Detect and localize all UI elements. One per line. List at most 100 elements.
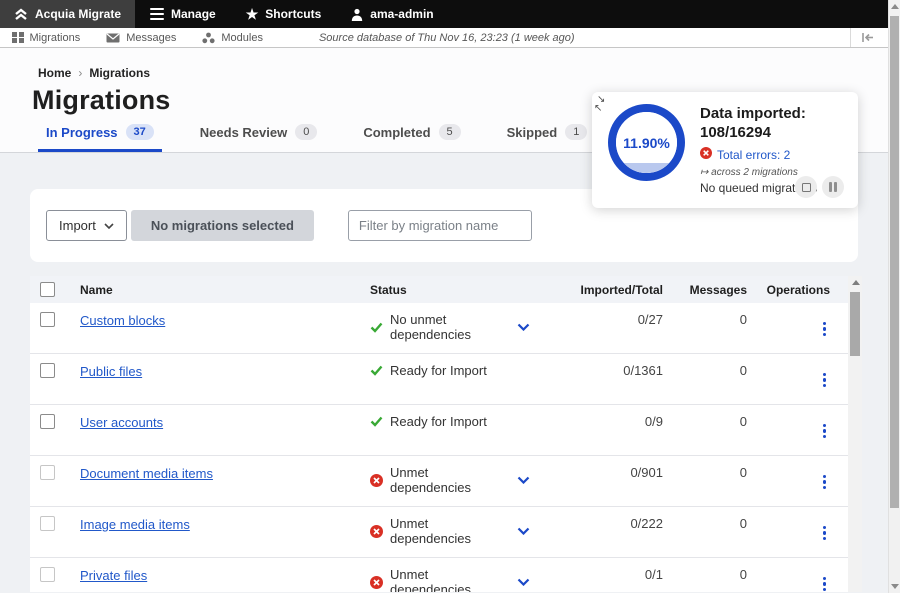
row-checkbox xyxy=(40,567,55,582)
hamburger-icon xyxy=(150,8,164,21)
operations-kebab-menu[interactable] xyxy=(819,371,831,390)
migration-link[interactable]: Image media items xyxy=(80,517,190,532)
error-icon xyxy=(370,576,383,589)
tab-count-badge: 5 xyxy=(439,124,461,140)
imported-total-value: 0/1361 xyxy=(570,363,663,378)
migration-link[interactable]: Custom blocks xyxy=(80,313,165,328)
tab-skipped[interactable]: Skipped 1 xyxy=(499,124,596,152)
manage-label: Manage xyxy=(171,7,216,21)
operations-kebab-menu[interactable] xyxy=(819,320,831,339)
toolbar-item-modules[interactable]: Modules xyxy=(202,32,263,44)
row-checkbox[interactable] xyxy=(40,363,55,378)
row-checkbox[interactable] xyxy=(40,312,55,327)
migration-link[interactable]: Document media items xyxy=(80,466,213,481)
data-imported-label: Data imported: xyxy=(700,104,817,123)
import-dropdown-button[interactable]: Import xyxy=(46,210,127,241)
scroll-up-icon[interactable] xyxy=(852,280,860,285)
tab-label: Completed xyxy=(363,125,430,140)
chevron-down-icon xyxy=(104,223,114,229)
no-migrations-selected-button: No migrations selected xyxy=(131,210,314,241)
header-messages: Messages xyxy=(663,283,747,297)
operations-kebab-menu[interactable] xyxy=(819,473,831,492)
table-row: Custom blocks No unmet dependencies 0/27… xyxy=(30,303,862,354)
toolbar-item-migrations[interactable]: Migrations xyxy=(12,32,80,44)
topbar-item-user[interactable]: ama-admin xyxy=(336,0,448,28)
topbar-item-shortcuts[interactable]: ★ Shortcuts xyxy=(231,0,337,28)
page-scroll-up-icon[interactable] xyxy=(891,4,899,9)
progress-card-buttons xyxy=(795,176,844,198)
operations-kebab-menu[interactable] xyxy=(819,422,831,441)
tab-count-badge: 1 xyxy=(565,124,587,140)
expand-status-chevron[interactable] xyxy=(517,323,530,331)
expand-status-chevron[interactable] xyxy=(517,578,530,586)
check-icon xyxy=(370,322,383,333)
progress-ring-fill xyxy=(616,163,677,173)
migrations-tool-label: Migrations xyxy=(30,32,81,44)
source-database-note: Source database of Thu Nov 16, 23:23 (1 … xyxy=(319,32,575,44)
username-label: ama-admin xyxy=(370,7,433,21)
breadcrumb-separator: › xyxy=(78,66,82,80)
operations-kebab-menu[interactable] xyxy=(819,575,831,593)
row-checkbox xyxy=(40,465,55,480)
acquia-migrate-brand[interactable]: Acquia Migrate xyxy=(0,0,135,28)
page-scrollbar[interactable] xyxy=(888,0,900,593)
tab-count-badge: 37 xyxy=(126,124,154,140)
migration-link[interactable]: User accounts xyxy=(80,415,163,430)
pause-import-button[interactable] xyxy=(822,176,844,198)
row-checkbox xyxy=(40,516,55,531)
migration-link[interactable]: Public files xyxy=(80,364,142,379)
import-progress-card: ↘ ↖ 11.90% Data imported: 108/16294 Tota… xyxy=(592,92,858,208)
table-row: Public files Ready for Import 0/1361 0 xyxy=(30,354,862,405)
progress-ring: 11.90% xyxy=(608,104,685,181)
status-text: No unmet dependencies xyxy=(390,312,510,342)
table-row: Private files Unmet dependencies 0/1 0 xyxy=(30,558,862,592)
expand-status-chevron[interactable] xyxy=(517,527,530,535)
modules-icon xyxy=(202,32,215,44)
imported-total-value: 0/9 xyxy=(570,414,663,429)
admin-topbar: Acquia Migrate Manage ★ Shortcuts ama-ad… xyxy=(0,0,900,28)
toolbar-item-messages[interactable]: Messages xyxy=(106,32,176,44)
operations-kebab-menu[interactable] xyxy=(819,524,831,543)
migration-link[interactable]: Private files xyxy=(80,568,147,583)
breadcrumb: Home›Migrations xyxy=(38,66,900,80)
header-status: Status xyxy=(370,283,570,297)
tab-in-progress[interactable]: In Progress 37 xyxy=(38,124,162,152)
collapse-toolbar-button[interactable] xyxy=(850,28,884,47)
row-checkbox[interactable] xyxy=(40,414,55,429)
tab-completed[interactable]: Completed 5 xyxy=(355,124,468,152)
error-icon xyxy=(700,146,712,164)
messages-count: 0 xyxy=(663,567,747,582)
status-text: Unmet dependencies xyxy=(390,465,510,495)
page-scroll-down-icon[interactable] xyxy=(891,584,899,589)
tab-label: Skipped xyxy=(507,125,558,140)
header-imported-total: Imported/Total xyxy=(570,283,663,297)
error-icon xyxy=(370,525,383,538)
table-row: Image media items Unmet dependencies 0/2… xyxy=(30,507,862,558)
tab-label: Needs Review xyxy=(200,125,287,140)
tab-label: In Progress xyxy=(46,125,118,140)
messages-count: 0 xyxy=(663,465,747,480)
import-label: Import xyxy=(59,218,96,233)
across-migrations-text: across 2 migrations xyxy=(711,167,798,178)
topbar-item-manage[interactable]: Manage xyxy=(135,0,231,28)
table-scrollbar-thumb[interactable] xyxy=(850,292,860,356)
tab-count-badge: 0 xyxy=(295,124,317,140)
stop-import-button[interactable] xyxy=(795,176,817,198)
page-scrollbar-thumb[interactable] xyxy=(890,16,899,508)
total-errors-link[interactable]: Total errors: 2 xyxy=(717,148,790,162)
status-text: Unmet dependencies xyxy=(390,567,510,592)
pause-icon xyxy=(829,182,837,192)
tab-needs-review[interactable]: Needs Review 0 xyxy=(192,124,326,152)
shortcuts-label: Shortcuts xyxy=(265,7,321,21)
table-row: User accounts Ready for Import 0/9 0 xyxy=(30,405,862,456)
expand-status-chevron[interactable] xyxy=(517,476,530,484)
breadcrumb-home-link[interactable]: Home xyxy=(38,66,71,80)
total-errors-line[interactable]: Total errors: 2 xyxy=(700,146,817,164)
migration-filter-input[interactable] xyxy=(348,210,532,241)
table-scrollbar[interactable] xyxy=(848,276,862,592)
select-all-checkbox[interactable] xyxy=(40,282,55,297)
migrations-table: Name Status Imported/Total Messages Oper… xyxy=(30,276,862,592)
status-text: Ready for Import xyxy=(390,363,487,378)
resize-handle[interactable]: ↘ ↖ xyxy=(597,95,605,113)
double-chevron-up-icon xyxy=(14,8,28,21)
